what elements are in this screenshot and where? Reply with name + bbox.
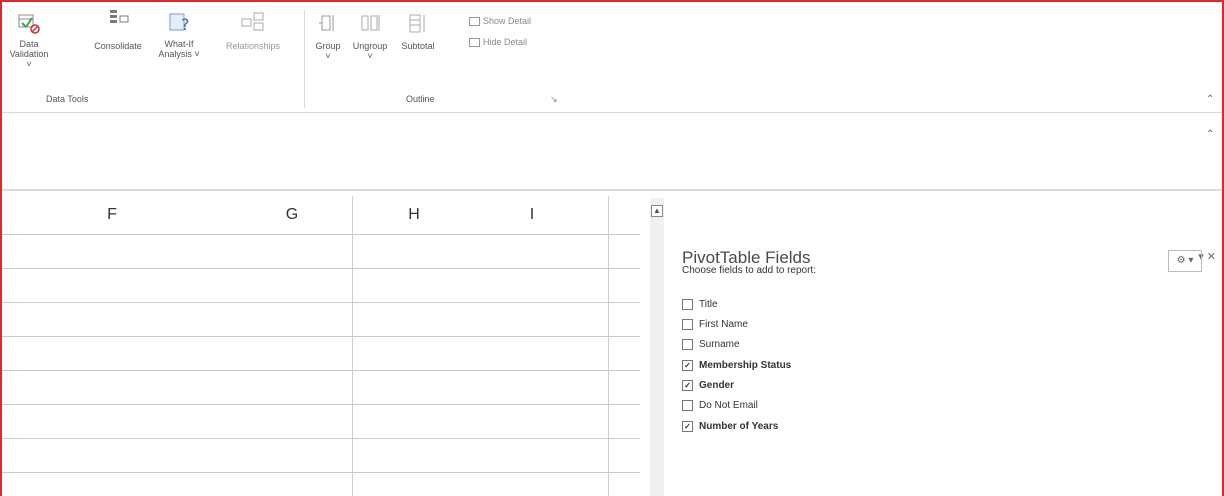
dialog-launcher-icon[interactable]: ↘	[550, 94, 558, 105]
row-divider	[2, 336, 640, 337]
data-validation-button[interactable]: Data Validation ˅	[6, 12, 52, 69]
row-divider	[2, 438, 640, 439]
pivottable-fields-pane: PivotTable Fields ▾ ✕ ⚙ ▾ Choose fields …	[666, 198, 1222, 496]
show-detail-label: Show Detail	[483, 16, 532, 26]
relationships-button[interactable]: Relationships	[220, 10, 286, 51]
checkbox-checked[interactable]: ✓	[682, 421, 693, 432]
data-validation-icon	[18, 14, 40, 34]
pane-instructions: Choose fields to add to report:	[682, 265, 816, 276]
chevron-down-icon: ▾	[1188, 255, 1194, 266]
consolidate-icon	[110, 10, 129, 23]
subtotal-icon	[409, 14, 425, 33]
field-label: First Name	[699, 319, 748, 330]
group-button[interactable]: Group ˅	[310, 12, 346, 61]
checkbox[interactable]	[682, 400, 693, 411]
hide-detail-label: Hide Detail	[483, 37, 528, 47]
column-divider	[608, 196, 609, 496]
field-first-name[interactable]: First Name	[682, 319, 748, 330]
group-icon	[319, 15, 334, 31]
what-if-icon: ?	[169, 13, 190, 34]
field-do-not-email[interactable]: Do Not Email	[682, 400, 758, 411]
subtotal-label: Subtotal	[401, 41, 435, 51]
expand-formula-bar-icon[interactable]: ⌃	[1206, 129, 1214, 140]
svg-text:?: ?	[181, 15, 190, 34]
field-label: Membership Status	[699, 360, 792, 371]
group-separator	[304, 10, 305, 108]
field-surname[interactable]: Surname	[682, 339, 740, 350]
checkbox[interactable]	[682, 319, 693, 330]
field-list-settings-button[interactable]: ⚙ ▾	[1168, 250, 1202, 272]
ungroup-label: Ungroup ˅	[352, 41, 388, 61]
close-icon[interactable]: ✕	[1207, 251, 1216, 263]
field-membership-status[interactable]: ✓ Membership Status	[682, 360, 791, 371]
checkbox[interactable]	[682, 299, 693, 310]
field-label: Gender	[699, 380, 735, 391]
column-header-f[interactable]: F	[42, 196, 182, 234]
checkbox[interactable]	[682, 339, 693, 350]
header-divider	[2, 234, 640, 235]
collapse-ribbon-icon[interactable]: ⌃	[1206, 94, 1214, 105]
field-label: Do Not Email	[699, 400, 758, 411]
field-gender[interactable]: ✓ Gender	[682, 380, 734, 391]
consolidate-button[interactable]: Consolidate	[88, 8, 148, 51]
gear-icon: ⚙	[1176, 255, 1186, 266]
consolidate-label: Consolidate	[94, 41, 142, 51]
column-header-h[interactable]: H	[354, 196, 474, 234]
what-if-label: What-If Analysis ˅	[158, 39, 200, 59]
checkbox-checked[interactable]: ✓	[682, 360, 693, 371]
row-divider	[2, 268, 640, 269]
pane-splitter[interactable]	[650, 198, 664, 496]
show-detail-button[interactable]: Show Detail	[469, 16, 532, 27]
formula-bar-divider	[2, 189, 1222, 190]
row-divider	[2, 404, 640, 405]
field-label: Number of Years	[699, 421, 779, 432]
column-divider	[352, 196, 353, 496]
worksheet-grid[interactable]: F G H I	[2, 196, 640, 496]
group-label-outline: Outline	[406, 94, 435, 104]
ungroup-button[interactable]: Ungroup ˅	[347, 12, 393, 61]
ungroup-icon	[361, 15, 380, 31]
subtotal-button[interactable]: Subtotal	[396, 12, 440, 51]
group-label-data-tools: Data Tools	[46, 94, 89, 104]
field-title[interactable]: Title	[682, 299, 718, 310]
group-label: Group ˅	[315, 41, 341, 61]
column-header-g[interactable]: G	[252, 196, 332, 234]
scroll-up-icon[interactable]: ▲	[651, 205, 663, 217]
field-label: Title	[699, 299, 718, 310]
row-divider	[2, 472, 640, 473]
row-divider	[2, 370, 640, 371]
field-number-of-years[interactable]: ✓ Number of Years	[682, 421, 778, 432]
checkbox-checked[interactable]: ✓	[682, 380, 693, 391]
show-detail-icon	[469, 17, 480, 27]
column-header-i[interactable]: I	[492, 196, 572, 234]
what-if-analysis-button[interactable]: ? What-If Analysis ˅	[157, 10, 201, 59]
row-divider	[2, 302, 640, 303]
data-validation-label: Data Validation ˅	[9, 39, 49, 69]
hide-detail-icon	[469, 38, 480, 48]
relationships-icon	[241, 12, 264, 31]
hide-detail-button[interactable]: Hide Detail	[469, 37, 528, 48]
formula-bar-area[interactable]: ⌃	[2, 113, 1222, 191]
field-label: Surname	[699, 339, 740, 350]
ribbon: Data Validation ˅ Consolidate ? What-If …	[2, 2, 1222, 113]
relationships-label: Relationships	[225, 41, 281, 51]
